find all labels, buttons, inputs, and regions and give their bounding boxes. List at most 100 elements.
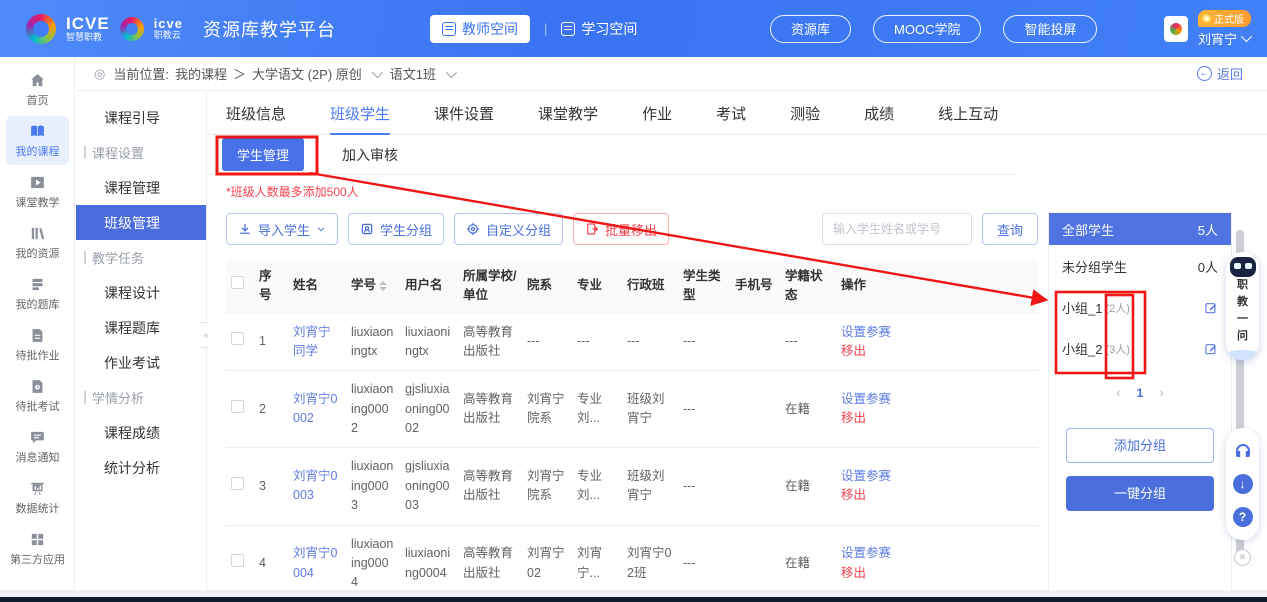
cell-admin-class: 刘宵宁02班 [622,525,678,597]
class-limit-notice: *班级人数最多添加500人 [208,175,1267,201]
customer-service-icon[interactable] [1233,441,1253,461]
course-menu-item[interactable]: 统计分析 [76,450,206,485]
cell-department: 刘宵宁院系 [522,371,572,448]
groups-pagination: ‹ 1 › [1049,385,1231,400]
row-checkbox[interactable] [231,477,244,490]
cell-operations: 设置参赛 移出 [836,371,1038,448]
mooc-college-button[interactable]: MOOC学院 [873,15,981,43]
sort-icon[interactable] [379,281,387,291]
set-contest-link[interactable]: 设置参赛 [841,323,1033,342]
back-button[interactable]: ← 返回 [1197,64,1243,83]
page-prev-icon[interactable]: ‹ [1116,385,1120,400]
class-tab[interactable]: 班级信息 [226,92,286,135]
course-menu-item[interactable]: 课程设计 [76,275,206,310]
rail-item-messages[interactable]: 消息通知 [6,422,69,471]
all-students-row[interactable]: 全部学生 5人 [1049,213,1231,245]
class-tab[interactable]: 线上互动 [938,92,998,135]
learning-space-button[interactable]: 学习空间 [561,19,637,39]
remove-link[interactable]: 移出 [841,486,1033,505]
statistics-board-icon [29,480,46,497]
rail-item-data-statistics[interactable]: 数据统计 [6,473,69,522]
rail-item-third-party-apps[interactable]: 第三方应用 [6,524,69,573]
course-menu-item[interactable]: 学情分析 [76,380,206,415]
subtab-student-manage[interactable]: 学生管理 [222,138,304,171]
left-icon-rail: 首页 我的课程 课堂教学 我的资源 我的题库 待批作业 待批考试 消息通知 数据… [0,57,75,597]
rail-item-pending-exams[interactable]: 待批考试 [6,371,69,420]
select-all-checkbox[interactable] [231,276,244,289]
class-tab[interactable]: 考试 [716,92,746,135]
student-name-link[interactable]: 刘宵宁同学 [288,313,346,371]
query-button[interactable]: 查询 [982,213,1038,245]
cell-department: 刘宵宁院系 [522,448,572,525]
row-checkbox[interactable] [231,554,244,567]
course-menu-item[interactable]: 课程题库 [76,310,206,345]
current-page[interactable]: 1 [1137,386,1144,400]
breadcrumb-course-select[interactable]: 大学语文 (2P) 原创 [252,64,362,83]
class-tab[interactable]: 作业 [642,92,672,135]
cell-major: 专业刘... [572,448,622,525]
close-floating-icon[interactable]: ✕ [1234,549,1251,566]
open-book-icon [29,123,46,140]
class-tab[interactable]: 成绩 [864,92,894,135]
rail-item-home[interactable]: 首页 [6,65,69,114]
row-checkbox[interactable] [231,332,244,345]
breadcrumb-class-select[interactable]: 语文1班 [390,64,436,83]
rail-item-my-courses[interactable]: 我的课程 [6,116,69,165]
teacher-space-button[interactable]: 教师空间 [430,15,530,43]
student-grouping-button[interactable]: 学生分组 [348,213,444,245]
subtab-join-review[interactable]: 加入审核 [342,145,398,165]
download-center-icon[interactable]: ↓ [1233,474,1253,494]
class-tab[interactable]: 班级学生 [330,92,390,135]
add-group-button[interactable]: 添加分组 [1066,428,1214,463]
floating-toolbar: ↓ ? [1226,428,1259,540]
rail-item-pending-homework[interactable]: 待批作业 [6,320,69,369]
batch-remove-button[interactable]: 批量移出 [573,213,669,245]
edit-group-icon[interactable] [1204,342,1218,356]
remove-link[interactable]: 移出 [841,342,1033,361]
ungrouped-students-row[interactable]: 未分组学生 0人 [1049,245,1231,287]
student-name-link[interactable]: 刘宵宁0004 [288,525,346,597]
class-tab[interactable]: 测验 [790,92,820,135]
rail-item-my-question-bank[interactable]: 我的题库 [6,269,69,318]
custom-grouping-button[interactable]: 自定义分组 [454,213,563,245]
course-menu-item[interactable]: 课程管理 [76,170,206,205]
grid-apps-icon [29,531,46,548]
course-menu-item[interactable]: 课程设置 [76,135,206,170]
students-table: 序号 姓名 学号 用户名 所属学校/单位 [226,259,1038,597]
import-students-button[interactable]: 导入学生 [226,213,338,245]
course-menu-item[interactable]: 课程成绩 [76,415,206,450]
student-name-link[interactable]: 刘宵宁0003 [288,448,346,525]
user-menu[interactable]: 刘宵宁 [1198,29,1249,48]
group-row-2[interactable]: 小组_2 (3人) [1049,328,1231,369]
row-checkbox[interactable] [231,400,244,413]
class-tab[interactable]: 课堂教学 [538,92,598,135]
remove-link[interactable]: 移出 [841,564,1033,583]
course-menu-item[interactable]: 课程引导 [76,100,206,135]
chevron-down-icon [372,66,383,77]
student-name-link[interactable]: 刘宵宁0002 [288,371,346,448]
class-tab[interactable]: 课件设置 [434,92,494,135]
group-row-1[interactable]: 小组_1 (2人) [1049,287,1231,328]
brand-secondary-sub: 职教云 [154,31,183,40]
set-contest-link[interactable]: 设置参赛 [841,467,1033,486]
course-menu-item[interactable]: 作业考试 [76,345,206,380]
remove-link[interactable]: 移出 [841,409,1033,428]
resource-library-button[interactable]: 资源库 [770,15,851,43]
student-search-input[interactable] [822,213,972,245]
edit-group-icon[interactable] [1204,301,1218,315]
auto-group-button[interactable]: 一键分组 [1066,476,1214,511]
set-contest-link[interactable]: 设置参赛 [841,544,1033,563]
course-menu-item[interactable]: 教学任务 [76,240,206,275]
help-icon[interactable]: ? [1233,507,1253,527]
assistant-widget[interactable]: 职 教 一 问 [1226,252,1259,360]
screen-cast-button[interactable]: 智能投屏 [1003,15,1097,43]
set-contest-link[interactable]: 设置参赛 [841,390,1033,409]
breadcrumb-root[interactable]: 我的课程 [175,64,227,83]
rail-item-my-resources[interactable]: 我的资源 [6,218,69,267]
video-play-icon [29,174,46,191]
app-icon[interactable] [1164,16,1188,42]
page-next-icon[interactable]: › [1159,385,1163,400]
rail-item-classroom-teaching[interactable]: 课堂教学 [6,167,69,216]
cell-school: 高等教育出版社 [458,371,522,448]
course-menu-item[interactable]: 班级管理 [76,205,206,240]
